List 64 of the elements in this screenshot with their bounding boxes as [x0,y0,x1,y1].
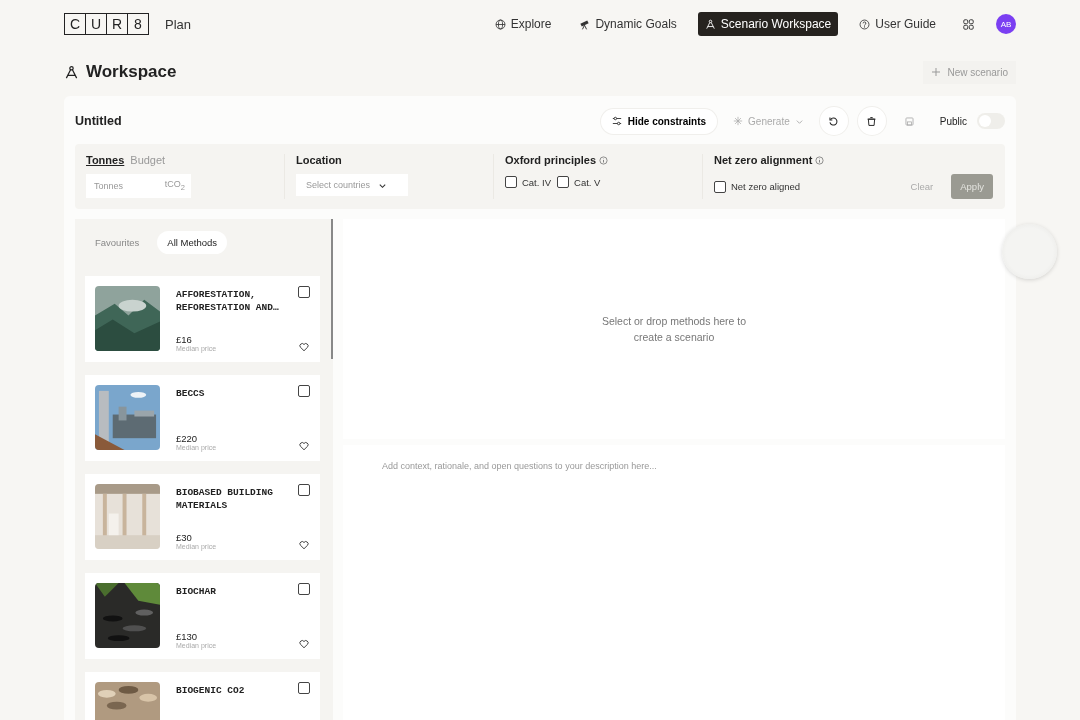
save-icon [904,115,916,127]
info-icon[interactable] [815,155,825,165]
nav-link[interactable]: Dynamic Goals [572,12,684,36]
heart-icon[interactable] [299,540,309,550]
compass-icon [64,64,79,80]
method-card[interactable]: BIOGENIC CO2 [85,672,320,720]
heart-icon[interactable] [299,342,309,352]
method-price: £220 [176,433,199,444]
delete-button[interactable] [857,107,886,135]
heart-icon[interactable] [299,639,309,649]
location-label: Location [296,154,343,166]
method-name: BIOCHAR [176,585,217,599]
trash-icon [866,115,878,127]
logo[interactable]: C U R 8 [64,13,149,35]
method-name: BIOGENIC CO2 [176,684,246,698]
public-label: Public [939,115,967,127]
category-checkbox[interactable]: Cat. V [557,176,601,188]
oxford-label: Oxford principles [504,154,597,166]
method-name: BIOBASED BUILDING MATERIALS [176,486,274,513]
hide-constraints-button[interactable]: Hide constraints [600,108,718,134]
description-field[interactable]: Add context, rationale, and open questions to your description here... [343,445,1005,720]
method-price: £130 [176,631,199,642]
info-icon[interactable] [599,155,609,165]
sliders-icon [611,116,622,126]
page-title: Workspace [86,62,177,82]
help-icon [859,18,871,30]
logo-letter: R [106,14,127,34]
methods-tab[interactable]: All Methods [157,231,227,254]
method-checkbox[interactable] [298,385,310,397]
heart-icon[interactable] [299,441,309,451]
method-checkbox[interactable] [298,484,310,496]
method-name: AFFORESTATION, REFORESTATION AND… [176,288,280,315]
nav-link[interactable]: User Guide [852,12,943,36]
apps-grid-icon[interactable] [963,18,974,30]
method-price: £30 [176,532,193,543]
method-checkbox[interactable] [298,583,310,595]
unit-tab[interactable]: Tonnes [86,154,125,166]
nav-link[interactable]: Explore [487,12,559,36]
category-checkbox[interactable]: Cat. IV [504,176,551,188]
compass-icon [704,18,716,30]
empty-state-text: Select or drop methods here to create a scenario [600,314,748,345]
pointer-circle [1002,224,1057,279]
avatar[interactable]: AB [996,14,1016,34]
scrollbar[interactable] [331,219,333,359]
undo-button[interactable] [819,107,848,135]
logo-letter: U [85,14,106,34]
method-checkbox[interactable] [298,286,310,298]
scenario-name: Untitled [75,114,122,128]
plus-icon [931,67,942,77]
method-price: £16 [176,334,193,345]
undo-icon [828,115,840,127]
telescope-icon [579,18,591,30]
net-zero-checkbox[interactable]: Net zero aligned [713,180,801,193]
nav-link[interactable]: Scenario Workspace [697,12,839,36]
sparkle-icon [733,116,744,126]
unit-label: tCO$_{2}$ [164,179,185,192]
net-zero-label: Net zero alignment [713,154,813,166]
logo-letter: 8 [127,14,148,34]
method-checkbox[interactable] [298,682,310,694]
method-name: BECCS [176,387,206,401]
globe-icon [494,18,506,30]
logo-letter: C [68,15,82,34]
product-name: Plan [165,16,192,32]
drop-zone[interactable]: Select or drop methods here to create a scenario [343,219,1005,439]
